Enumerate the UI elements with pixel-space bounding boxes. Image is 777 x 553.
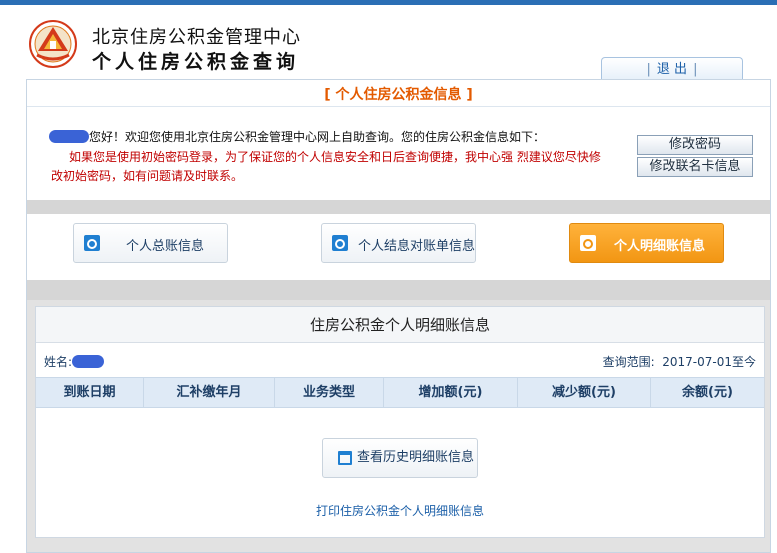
calendar-icon <box>338 451 352 465</box>
site-header: 北京住房公积金管理中心 个人住房公积金查询 | 退 出 | <box>0 5 777 83</box>
logout-link[interactable]: 退 出 <box>657 62 687 77</box>
detail-title: 住房公积金个人明细账信息 <box>36 307 764 343</box>
system-name: 个人住房公积金查询 <box>92 51 300 73</box>
greeting-text: 您好！欢迎您使用北京住房公积金管理中心网上自助查询。您的住房公积金信息如下： <box>89 130 546 144</box>
name-field: 姓名: <box>44 353 105 370</box>
main-frame: [ 个人住房公积金信息 ] 您好！欢迎您使用北京住房公积金管理中心网上自助查询。… <box>26 79 771 553</box>
column-header: 汇补缴年月 <box>144 378 275 407</box>
report-icon <box>332 235 348 251</box>
print-link[interactable]: 打印住房公积金个人明细账信息 <box>36 502 764 519</box>
redacted-name <box>72 355 105 368</box>
change-password-button[interactable]: 修改密码 <box>637 135 753 155</box>
housing-fund-logo <box>29 20 77 68</box>
nav-total-account[interactable]: 个人总账信息 <box>73 223 228 263</box>
query-nav: 个人总账信息 个人结息对账单信息 个人明细账信息 <box>27 214 770 280</box>
info-panel: [ 个人住房公积金信息 ] 您好！欢迎您使用北京住房公积金管理中心网上自助查询。… <box>27 80 770 200</box>
greeting: 您好！欢迎您使用北京住房公积金管理中心网上自助查询。您的住房公积金信息如下： <box>49 128 545 145</box>
history-detail-button[interactable]: 查看历史明细账信息 <box>322 438 478 478</box>
column-header: 增加额(元) <box>384 378 518 407</box>
separator: | <box>693 62 698 77</box>
range-value: 2017-07-01至今 <box>662 355 756 369</box>
nav-label: 个人明细账信息 <box>614 239 706 254</box>
range-label: 查询范围: <box>602 355 655 369</box>
redacted-name <box>49 130 89 143</box>
query-range: 查询范围: 2017-07-01至今 <box>603 353 756 370</box>
detail-panel: 住房公积金个人明细账信息 姓名: 查询范围: 2017-07-01至今 到账日期… <box>35 306 765 538</box>
separator: | <box>646 62 651 77</box>
nav-label: 个人结息对账单信息 <box>358 239 476 254</box>
org-name: 北京住房公积金管理中心 <box>92 27 301 48</box>
password-warning: 如果您是使用初始密码登录，为了保证您的个人信息安全和日后查询便捷，我中心强 烈建… <box>51 150 601 183</box>
report-icon <box>580 235 596 251</box>
column-header: 到账日期 <box>36 378 144 407</box>
gray-band <box>27 280 770 300</box>
table-header: 到账日期 汇补缴年月 业务类型 增加额(元) 减少额(元) 余额(元) <box>36 377 764 408</box>
nav-detail-account[interactable]: 个人明细账信息 <box>569 223 724 263</box>
report-icon <box>84 235 100 251</box>
column-header: 余额(元) <box>682 385 733 400</box>
nav-interest-statement[interactable]: 个人结息对账单信息 <box>321 223 476 263</box>
info-title: [ 个人住房公积金信息 ] <box>324 87 473 103</box>
history-button-label: 查看历史明细账信息 <box>357 450 475 465</box>
name-label: 姓名: <box>44 355 73 369</box>
nav-label: 个人总账信息 <box>126 239 205 254</box>
column-header: 减少额(元) <box>518 378 651 407</box>
divider <box>27 106 770 107</box>
gray-band <box>27 200 770 214</box>
column-header: 业务类型 <box>275 378 384 407</box>
change-card-button[interactable]: 修改联名卡信息 <box>637 157 753 177</box>
